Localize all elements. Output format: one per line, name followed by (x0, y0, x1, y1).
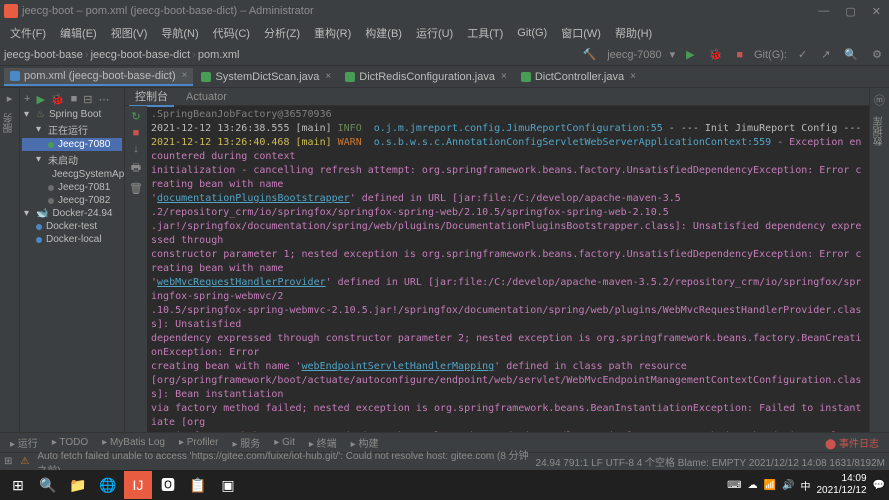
menu-工具[interactable]: 工具(T) (461, 23, 509, 43)
maximize-button[interactable]: ▢ (841, 5, 859, 18)
project-icon[interactable]: ▸ (7, 92, 13, 105)
menu-Git[interactable]: Git(G) (511, 25, 553, 41)
menu-分析[interactable]: 分析(Z) (258, 23, 306, 43)
menu-帮助[interactable]: 帮助(H) (609, 23, 658, 43)
tree-jeecg7081[interactable]: Jeecg-7081 (22, 181, 122, 194)
sidebar-filter-icon[interactable]: ▶ (36, 93, 44, 106)
window-title: jeecg-boot – pom.xml (jeecg-boot-base-di… (22, 5, 314, 17)
console-tab[interactable]: 控制台 (129, 87, 174, 107)
status-problems-icon[interactable]: ⊞ (4, 456, 12, 467)
task-explorer[interactable]: 📁 (64, 471, 92, 499)
tree-dockerlocal[interactable]: Docker-local (22, 233, 122, 246)
status-right[interactable]: 24.94 791:1 LF UTF-8 4 个空格 Blame: EMPTY … (536, 454, 885, 469)
app-icon (4, 4, 18, 18)
menu-文件[interactable]: 文件(F) (4, 23, 52, 43)
database-rail[interactable]: 数据库 (872, 116, 887, 146)
chevron-down-icon[interactable]: ▾ (670, 48, 676, 61)
sidebar-tree-icon[interactable]: ⊟ (83, 93, 92, 106)
clear-icon[interactable]: 🗑 (129, 182, 143, 195)
tree-jeecg7082[interactable]: Jeecg-7082 (22, 194, 122, 207)
rerun-icon[interactable]: ↻ (131, 110, 140, 123)
run-icon[interactable]: ▶ (683, 48, 697, 61)
build-icon[interactable]: 🔨 (579, 48, 599, 61)
tray-notifications[interactable]: 💬 (873, 480, 885, 491)
log-output[interactable]: .SpringBeanJobFactory@365709362021-12-12… (147, 106, 869, 432)
event-log-button[interactable]: ⬤ 事件日志 (819, 434, 885, 451)
tree-notstarted[interactable]: ▾未启动 (22, 151, 122, 168)
minimize-button[interactable]: — (814, 5, 833, 18)
maven-rail-icon[interactable]: ⓜ (874, 92, 885, 108)
stop-icon[interactable]: ■ (733, 49, 746, 61)
editor-tab[interactable]: DictRedisConfiguration.java× (339, 69, 513, 85)
task-edge[interactable]: 🌐 (94, 471, 122, 499)
menu-窗口[interactable]: 窗口(W) (555, 23, 607, 43)
window-titlebar: jeecg-boot – pom.xml (jeecg-boot-base-di… (0, 0, 889, 22)
tray-lang[interactable]: 中 (800, 478, 810, 493)
tree-springboot[interactable]: ▾♨Spring Boot (22, 108, 122, 121)
sidebar-plus-icon[interactable]: + (24, 93, 30, 105)
editor-tabs: pom.xml (jeecg-boot-base-dict)×SystemDic… (0, 66, 889, 88)
tray-network[interactable]: 📶 (764, 480, 776, 491)
task-search[interactable]: 🔍 (34, 471, 62, 499)
console-panel: 控制台 Actuator ↻ ■ ↓ 🖶 🗑 .SpringBeanJobFac… (125, 88, 869, 432)
right-tool-rail: ⓜ 数据库 (869, 88, 889, 432)
menu-构建[interactable]: 构建(B) (359, 23, 408, 43)
git-label: Git(G): (754, 49, 787, 61)
settings-icon[interactable]: ⚙ (869, 48, 885, 61)
task-other[interactable]: 📋 (184, 471, 212, 499)
sidebar-debug-icon[interactable]: 🐞 (51, 93, 65, 106)
menu-编辑[interactable]: 编辑(E) (54, 23, 103, 43)
tree-systemapp[interactable]: JeecgSystemAp (22, 168, 122, 181)
tray-volume[interactable]: 🔊 (782, 480, 794, 491)
left-tool-rail: ▸ 服务 (0, 88, 20, 432)
breadcrumb[interactable]: jeecg-boot-base›jeecg-boot-base-dict›pom… (4, 49, 239, 61)
stop-console-icon[interactable]: ■ (133, 127, 140, 139)
taskbar-clock[interactable]: 14:09 2021/12/12 (816, 473, 866, 497)
editor-tab[interactable]: DictController.java× (515, 69, 642, 85)
task-chrome[interactable]: 🅾 (154, 471, 182, 499)
git-push-icon[interactable]: ↗ (818, 48, 833, 61)
scroll-end-icon[interactable]: ↓ (133, 143, 139, 155)
status-bar: ⊞ ⚠ Auto fetch failed unable to access '… (0, 452, 889, 470)
menu-运行[interactable]: 运行(U) (410, 23, 459, 43)
actuator-tab[interactable]: Actuator (180, 90, 233, 104)
tree-running[interactable]: ▾正在运行 (22, 121, 122, 138)
print-icon[interactable]: 🖶 (131, 159, 141, 178)
task-intellij[interactable]: IJ (124, 471, 152, 499)
services-rail[interactable]: 服务 (2, 113, 17, 133)
tree-jeecg7080[interactable]: Jeecg-7080 (22, 138, 122, 151)
editor-tab[interactable]: SystemDictScan.java× (195, 69, 337, 85)
status-warn-icon[interactable]: ⚠ (20, 456, 29, 467)
menu-代码[interactable]: 代码(C) (207, 23, 256, 43)
tray-keyboard[interactable]: ⌨ (727, 480, 741, 491)
sidebar-settings-icon[interactable]: ⋯ (98, 93, 109, 106)
sidebar-stop-icon[interactable]: ■ (71, 93, 78, 105)
run-config-selector[interactable]: jeecg-7080 (607, 49, 661, 61)
task-terminal[interactable]: ▣ (214, 471, 242, 499)
toolbar: jeecg-boot-base›jeecg-boot-base-dict›pom… (0, 44, 889, 66)
start-menu[interactable]: ⊞ (4, 471, 32, 499)
console-gutter: ↻ ■ ↓ 🖶 🗑 (125, 106, 147, 432)
tray-cloud[interactable]: ☁ (748, 480, 758, 491)
close-button[interactable]: ✕ (868, 5, 885, 18)
menu-重构[interactable]: 重构(R) (308, 23, 357, 43)
debug-icon[interactable]: 🐞 (706, 48, 726, 61)
git-update-icon[interactable]: ✓ (795, 48, 810, 61)
tree-dockertest[interactable]: Docker-test (22, 220, 122, 233)
menu-导航[interactable]: 导航(N) (155, 23, 204, 43)
windows-taskbar: ⊞ 🔍 📁 🌐 IJ 🅾 📋 ▣ ⌨ ☁ 📶 🔊 中 14:09 2021/12… (0, 470, 889, 500)
menu-bar: 文件(F)编辑(E)视图(V)导航(N)代码(C)分析(Z)重构(R)构建(B)… (0, 22, 889, 44)
services-panel: + ▶ 🐞 ■ ⊟ ⋯ ▾♨Spring Boot ▾正在运行 Jeecg-70… (20, 88, 125, 432)
search-icon[interactable]: 🔍 (841, 48, 861, 61)
menu-视图[interactable]: 视图(V) (105, 23, 154, 43)
editor-tab[interactable]: pom.xml (jeecg-boot-base-dict)× (4, 68, 193, 86)
tree-docker[interactable]: ▾🐋Docker-24.94 (22, 207, 122, 220)
